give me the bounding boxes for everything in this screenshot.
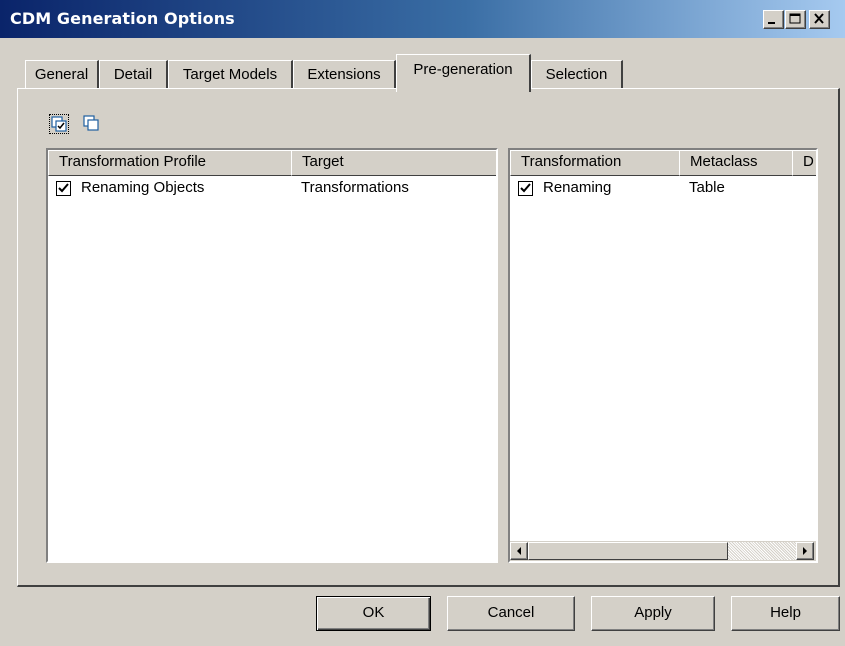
cancel-button[interactable]: Cancel — [447, 596, 575, 631]
tab-pre-generation[interactable]: Pre-generation — [396, 54, 531, 92]
tab-general[interactable]: General — [25, 60, 99, 89]
maximize-button[interactable] — [785, 10, 806, 29]
select-all-button[interactable] — [49, 114, 69, 134]
checkmark-icon — [520, 183, 531, 193]
list-item[interactable]: Renaming Objects Transformations — [48, 177, 496, 199]
list-item[interactable]: Renaming Table — [510, 177, 816, 199]
column-header-label: D — [803, 153, 814, 170]
close-button[interactable] — [809, 10, 830, 29]
help-button[interactable]: Help — [731, 596, 840, 631]
minimize-button[interactable] — [763, 10, 784, 29]
scroll-left-button[interactable] — [510, 542, 528, 560]
transformation-list[interactable]: Transformation Metaclass D Renaming Tabl… — [508, 148, 818, 563]
column-header-d[interactable]: D — [792, 150, 816, 176]
help-button-label: Help — [770, 604, 801, 621]
cancel-button-label: Cancel — [487, 604, 535, 621]
arrow-right-icon — [803, 547, 807, 555]
apply-button[interactable]: Apply — [591, 596, 715, 631]
column-header-label: Transformation — [521, 153, 622, 170]
tab-extensions-label: Extensions — [307, 66, 381, 83]
transformation-name: Renaming — [543, 179, 612, 196]
tab-pre-generation-label: Pre-generation — [413, 61, 513, 78]
tab-detail-label: Detail — [113, 66, 153, 83]
profile-target: Transformations — [301, 179, 409, 196]
scroll-thumb[interactable] — [528, 542, 728, 560]
transformation-metaclass: Table — [689, 179, 725, 196]
arrow-left-icon — [517, 547, 521, 555]
tab-target-models[interactable]: Target Models — [168, 60, 293, 89]
window-title: CDM Generation Options — [10, 9, 235, 28]
transformation-profile-list[interactable]: Transformation Profile Target Renaming O… — [46, 148, 498, 563]
title-bar: CDM Generation Options — [0, 0, 845, 38]
column-header-transformation-profile[interactable]: Transformation Profile — [48, 150, 303, 176]
scroll-track[interactable] — [728, 542, 796, 560]
deselect-all-icon — [83, 115, 99, 131]
column-header-label: Transformation Profile — [59, 153, 206, 170]
column-header-label: Metaclass — [690, 153, 758, 170]
column-header-target[interactable]: Target — [291, 150, 496, 176]
column-header-metaclass[interactable]: Metaclass — [679, 150, 804, 176]
tab-target-models-label: Target Models — [182, 66, 278, 83]
horizontal-scrollbar[interactable] — [510, 541, 816, 561]
minimize-icon — [768, 22, 775, 24]
column-header-label: Target — [302, 153, 344, 170]
close-icon — [814, 13, 824, 24]
scroll-right-button[interactable] — [796, 542, 814, 560]
row-checkbox[interactable] — [518, 181, 533, 196]
row-checkbox[interactable] — [56, 181, 71, 196]
ok-button-label: OK — [362, 604, 385, 621]
ok-button[interactable]: OK — [316, 596, 431, 631]
tab-detail[interactable]: Detail — [99, 60, 168, 89]
tab-selection-label: Selection — [545, 66, 608, 83]
checkmark-icon — [58, 183, 69, 193]
maximize-icon — [789, 13, 801, 24]
apply-button-label: Apply — [634, 604, 672, 621]
column-header-transformation[interactable]: Transformation — [510, 150, 691, 176]
tab-general-label: General — [34, 66, 89, 83]
tab-selection[interactable]: Selection — [531, 60, 623, 89]
select-all-icon — [51, 116, 67, 132]
profile-name: Renaming Objects — [81, 179, 205, 196]
tab-extensions[interactable]: Extensions — [293, 60, 396, 89]
deselect-all-button[interactable] — [82, 114, 102, 134]
